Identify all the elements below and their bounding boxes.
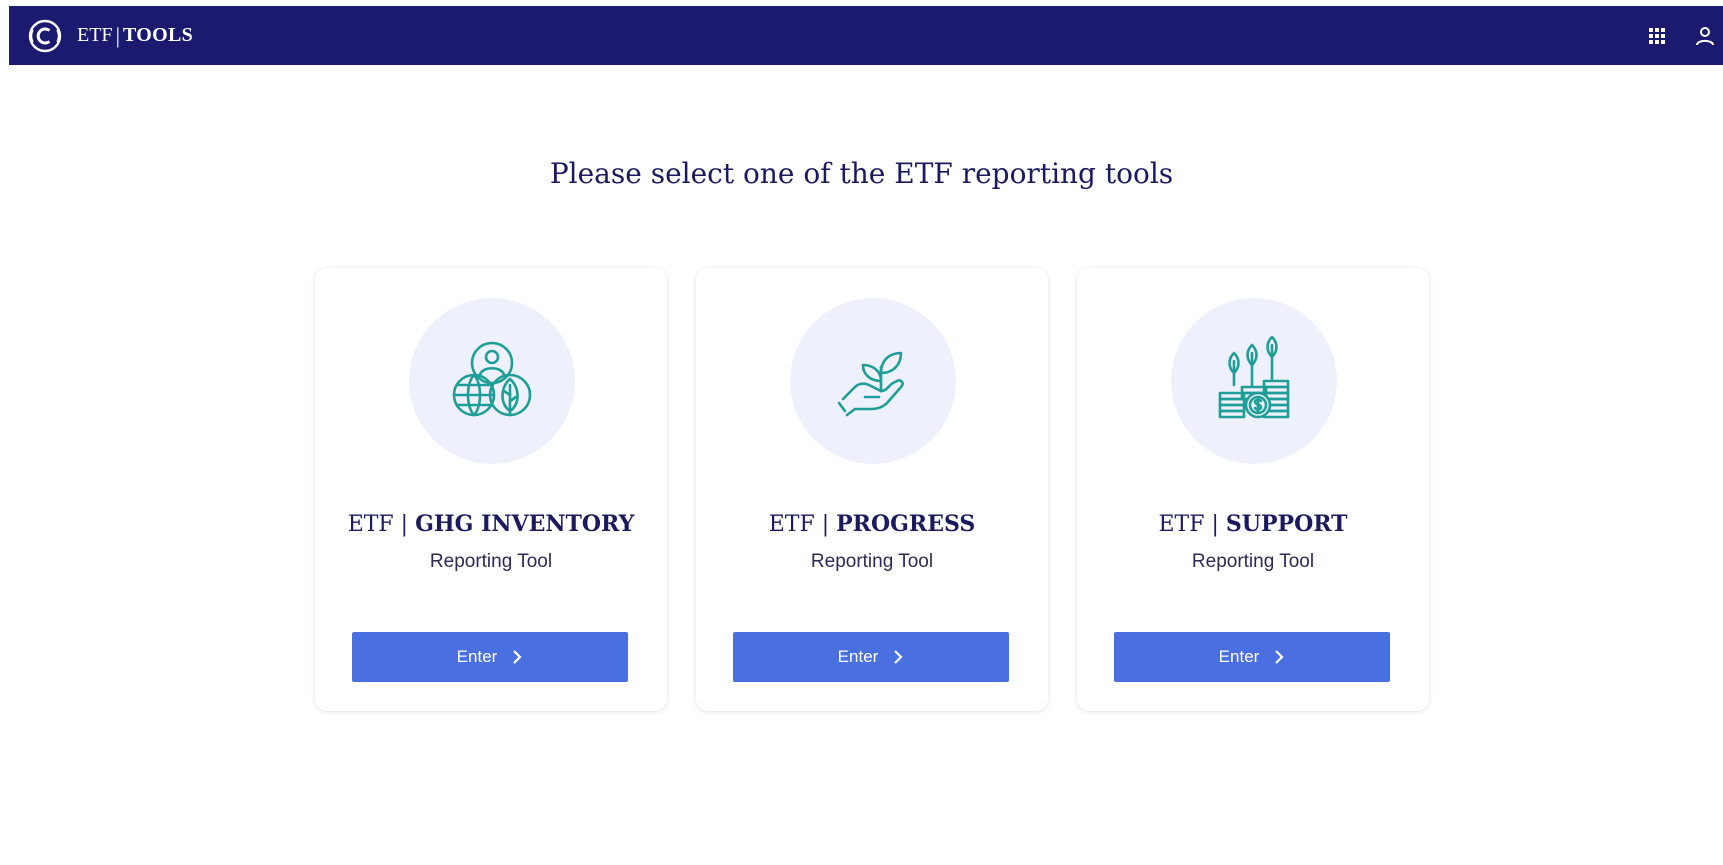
user-account-icon[interactable]	[1693, 24, 1717, 48]
icon-circle	[409, 298, 575, 464]
enter-ghg-inventory-button[interactable]: Enter	[352, 632, 628, 682]
unfccc-logo-icon	[27, 18, 63, 54]
enter-progress-button[interactable]: Enter	[733, 632, 1009, 682]
card-title: ETF | GHG INVENTORY	[315, 511, 667, 537]
tool-card-progress: ETF | PROGRESS Reporting Tool Enter	[696, 268, 1048, 711]
brand-separator: |	[115, 22, 120, 48]
enter-support-button[interactable]: Enter	[1114, 632, 1390, 682]
icon-circle	[1171, 298, 1337, 464]
topbar-actions	[1645, 24, 1717, 48]
card-title-name: SUPPORT	[1225, 511, 1348, 537]
hand-seedling-icon	[837, 351, 904, 417]
card-title: ETF | SUPPORT	[1077, 511, 1429, 537]
chevron-right-icon	[892, 649, 904, 665]
card-subtitle: Reporting Tool	[1191, 551, 1315, 572]
card-subtitle: Reporting Tool	[810, 551, 934, 572]
chevron-right-icon	[1273, 649, 1285, 665]
card-title: ETF | PROGRESS	[696, 511, 1048, 537]
enter-button-label: Enter	[837, 647, 879, 666]
chevron-right-icon	[511, 649, 523, 665]
brand[interactable]: ETF | TOOLS	[27, 18, 193, 54]
card-subtitle: Reporting Tool	[429, 551, 553, 572]
enter-button-label: Enter	[1218, 647, 1260, 666]
card-title-name: PROGRESS	[836, 511, 976, 537]
card-title-prefix: ETF |	[1158, 512, 1219, 537]
apps-grid-icon[interactable]	[1645, 24, 1669, 48]
page-headline: Please select one of the ETF reporting t…	[549, 157, 1174, 190]
tool-card-support: ETF | SUPPORT Reporting Tool Enter	[1077, 268, 1429, 711]
brand-name: TOOLS	[122, 24, 194, 46]
card-title-prefix: ETF |	[347, 512, 409, 537]
globe-leaf-person-icon	[452, 341, 532, 417]
card-title-name: GHG INVENTORY	[415, 511, 635, 537]
tool-card-ghg-inventory: ETF | GHG INVENTORY Reporting Tool Enter	[315, 268, 667, 711]
top-navigation-bar: ETF | TOOLS	[9, 6, 1723, 65]
icon-circle	[790, 298, 956, 464]
enter-button-label: Enter	[456, 647, 498, 666]
coins-plants-icon	[1218, 335, 1290, 419]
card-title-prefix: ETF |	[768, 512, 830, 537]
tool-cards: ETF | GHG INVENTORY Reporting Tool Enter	[315, 268, 1429, 711]
brand-prefix: ETF	[77, 24, 113, 46]
